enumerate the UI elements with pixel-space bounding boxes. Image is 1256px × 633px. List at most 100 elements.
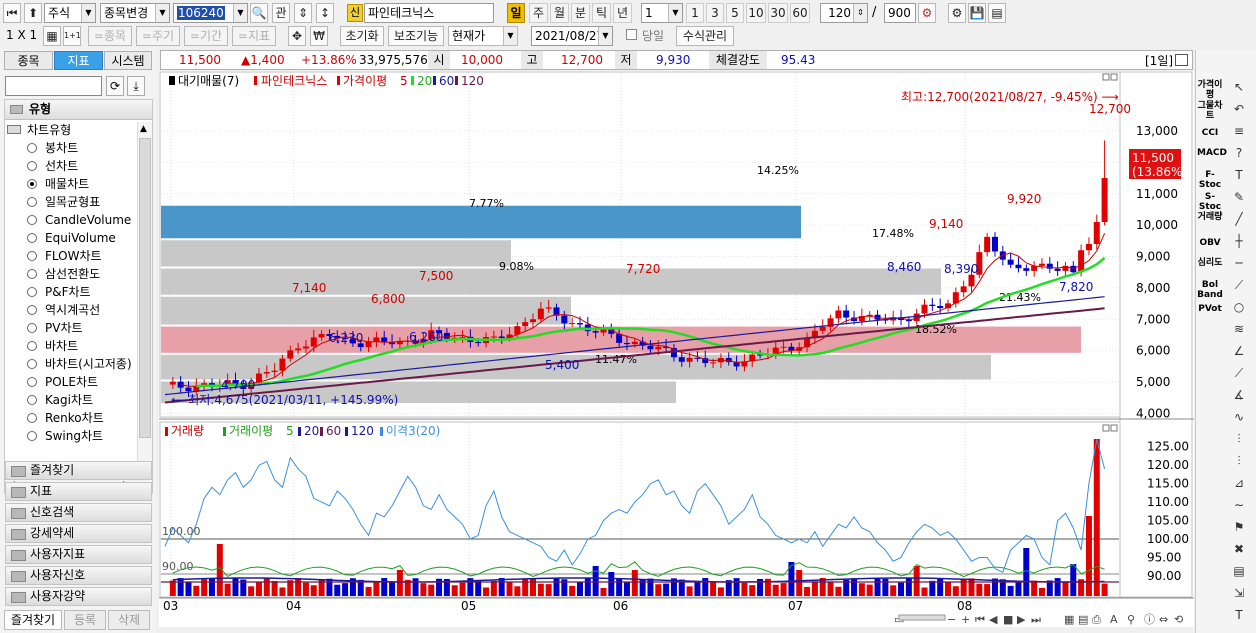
hline-icon[interactable]: ─ — [1229, 256, 1249, 274]
chart-type-item[interactable]: 매물차트 — [27, 175, 89, 193]
period-button[interactable]: 틱 — [592, 3, 611, 23]
won-icon[interactable]: ₩ — [310, 26, 328, 46]
chart-type-item[interactable]: 바차트 — [27, 337, 78, 355]
chart-type-item[interactable]: FLOW차트 — [27, 247, 102, 265]
all-icon[interactable]: ≡ — [1229, 124, 1249, 142]
aux-function-button[interactable]: 보조기능 — [388, 26, 444, 46]
indicator-search-input[interactable] — [5, 76, 102, 96]
folder-item[interactable]: 사용자신호 — [5, 566, 152, 585]
radio-button[interactable] — [27, 377, 37, 387]
radio-button[interactable] — [27, 287, 37, 297]
spin-button[interactable]: ↕ — [316, 3, 334, 23]
interval-button[interactable]: 5 — [726, 3, 744, 23]
interval-select[interactable]: 1 ▼ — [641, 3, 683, 23]
formula-manage-button[interactable]: 수식관리 — [676, 26, 734, 46]
radio-button[interactable] — [27, 269, 37, 279]
folder-item[interactable]: 사용자강약 — [5, 587, 152, 606]
chart-type-item[interactable]: POLE차트 — [27, 373, 98, 391]
left-tab[interactable]: 지표 — [54, 51, 103, 70]
radio-button[interactable] — [27, 413, 37, 423]
period-button[interactable]: 월 — [550, 3, 569, 23]
up-icon[interactable]: ⬆ — [24, 3, 42, 23]
interval-button[interactable]: 60 — [790, 3, 810, 23]
search-button[interactable]: 🔍 — [250, 3, 268, 23]
radio-button[interactable] — [27, 179, 37, 189]
folder-item[interactable]: 지표 — [5, 482, 152, 501]
erase-icon[interactable]: ✖ — [1229, 542, 1249, 560]
indicator-quick-button[interactable]: MACD — [1197, 148, 1227, 158]
radio-button[interactable] — [27, 395, 37, 405]
auto-icon[interactable]: ⚑ — [1229, 520, 1249, 538]
channel-icon[interactable]: ⊿ — [1229, 476, 1249, 494]
period-day-button[interactable]: 일 — [507, 3, 525, 23]
change-stock-select[interactable]: 종목변경 ▼ — [100, 3, 170, 23]
gann-icon[interactable]: ⟋ — [1229, 366, 1249, 384]
help-icon[interactable]: ? — [1229, 146, 1249, 164]
chart-type-item[interactable]: P&F차트 — [27, 283, 91, 301]
stock-name-field[interactable]: 파인테크닉스 — [364, 3, 494, 23]
indicator-quick-button[interactable]: OBV — [1197, 238, 1223, 248]
scroll-icon[interactable]: ⇲ — [1229, 586, 1249, 604]
undo-icon[interactable]: ↶ — [1229, 102, 1249, 120]
indicator-quick-button[interactable]: PVot — [1197, 304, 1223, 314]
radio-button[interactable] — [27, 323, 37, 333]
chart-type-item[interactable]: Renko차트 — [27, 409, 104, 427]
radio-button[interactable] — [27, 143, 37, 153]
chart-type-item[interactable]: 바차트(시고저종) — [27, 355, 132, 373]
radio-button[interactable] — [27, 359, 37, 369]
chart-type-item[interactable]: CandleVolume — [27, 211, 131, 229]
radio-button[interactable] — [27, 197, 37, 207]
indicator-quick-button[interactable]: S-Stoc — [1197, 192, 1223, 212]
save-icon[interactable]: 💾 — [968, 3, 986, 23]
chart-type-item[interactable]: 봉차트 — [27, 139, 78, 157]
left-tab[interactable]: 종목 — [4, 51, 53, 70]
chart-type-item[interactable]: 선차트 — [27, 157, 78, 175]
indicator-quick-button[interactable]: 거래량 — [1197, 212, 1223, 222]
radio-button[interactable] — [27, 233, 37, 243]
interval-button[interactable]: 1 — [686, 3, 704, 23]
today-checkbox[interactable] — [626, 29, 637, 40]
crosshair-icon[interactable]: ✥ — [288, 26, 306, 46]
angle-icon[interactable]: ∡ — [1229, 388, 1249, 406]
line-icon[interactable]: ╱ — [1229, 212, 1249, 230]
disabled-filter-button[interactable]: =종목 — [88, 26, 132, 46]
radio-button[interactable] — [27, 341, 37, 351]
stock-code-input[interactable]: 106240 ▼ — [173, 3, 248, 23]
cross-icon[interactable]: ┼ — [1229, 234, 1249, 252]
radio-button[interactable] — [27, 305, 37, 315]
chart-type-item[interactable]: 삼선전환도 — [27, 265, 100, 283]
chart-canvas[interactable]: 13,00012,00011,00010,0009,0008,0007,0006… — [159, 71, 1194, 627]
period-button[interactable]: 주 — [529, 3, 548, 23]
chart-type-item[interactable]: 일목균형표 — [27, 193, 100, 211]
chart-type-item[interactable]: EquiVolume — [27, 229, 116, 247]
chart-type-item[interactable]: Swing차트 — [27, 427, 103, 445]
market-select[interactable]: 주식 ▼ — [44, 3, 96, 23]
radio-button[interactable] — [27, 215, 37, 225]
left-tab[interactable]: 시스템 — [104, 51, 152, 70]
section-header[interactable]: 유형 — [5, 100, 152, 120]
small-layout-button[interactable]: 1+1 — [63, 26, 81, 46]
bars2-icon[interactable]: ⫶ — [1229, 454, 1249, 472]
indicator-quick-button[interactable]: F-Stoc — [1197, 170, 1223, 190]
bottom-tab[interactable]: 등록 — [64, 610, 106, 630]
radio-button[interactable] — [27, 431, 37, 441]
bars-icon[interactable]: ⫶ — [1229, 432, 1249, 450]
download-icon[interactable]: ⤓ — [127, 76, 145, 96]
tree-parent[interactable]: 차트유형 — [5, 121, 71, 139]
first-icon[interactable]: ⏮ — [3, 3, 21, 23]
indicator-quick-button[interactable]: CCI — [1197, 128, 1223, 138]
maximize-icon[interactable] — [1175, 54, 1188, 66]
date-select[interactable]: 2021/08/27 ▼ — [531, 26, 613, 46]
chart-type-item[interactable]: 역시계곡선 — [27, 301, 100, 319]
prev-stock-button[interactable]: ⇕ — [294, 3, 312, 23]
folder-item[interactable]: 강세약세 — [5, 524, 152, 543]
bottom-tab[interactable]: 삭제 — [108, 610, 150, 630]
tilde-icon[interactable]: ∼ — [1229, 498, 1249, 516]
scroll-up-icon[interactable]: ▲ — [140, 124, 147, 134]
radio-button[interactable] — [27, 161, 37, 171]
disabled-filter-button[interactable]: =지표 — [232, 26, 276, 46]
tree-scrollbar[interactable]: ▲ ▼ — [137, 122, 152, 478]
diag-icon[interactable]: ⟋ — [1229, 278, 1249, 296]
text2-icon[interactable]: T — [1229, 608, 1249, 626]
disabled-filter-button[interactable]: =기간 — [184, 26, 228, 46]
